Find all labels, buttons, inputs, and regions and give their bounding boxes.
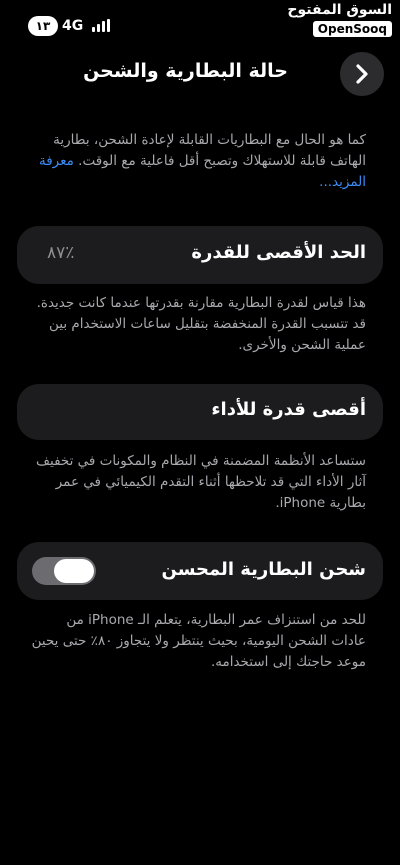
maximum-capacity-row: الحد الأقصى للقدرة ٪٨٧ [17,226,383,284]
network-type: 4G [62,18,84,34]
status-time: ١٣ [28,16,58,36]
maximum-capacity-description: هذا قياس لقدرة البطارية مقارنة بقدرتها ع… [36,295,366,353]
maximum-capacity-value: ٪٨٧ [47,243,75,263]
intro-description: كما هو الحال مع البطاريات القابلة لإعادة… [28,130,366,193]
optimized-charging-label: شحن البطارية المحسن [161,559,367,580]
watermark-arabic: السوق المفتوح [287,2,392,18]
chevron-right-icon [356,64,368,84]
toggle-knob [54,559,94,583]
back-button[interactable] [340,52,384,96]
page-title: حالة البطارية والشحن [83,60,288,82]
optimized-charging-toggle[interactable] [32,557,96,585]
opensooq-watermark: السوق المفتوح OpenSooq [287,2,392,37]
optimized-charging-description: للحد من استنزاف عمر البطارية، يتعلم الـ … [31,612,366,670]
optimized-charging-row: شحن البطارية المحسن [17,542,383,600]
maximum-capacity-label: الحد الأقصى للقدرة [191,242,366,263]
navigation-header: حالة البطارية والشحن [0,50,400,96]
peak-performance-label: أقصى قدرة للأداء [211,399,366,420]
intro-text: كما هو الحال مع البطاريات القابلة لإعادة… [53,132,366,169]
peak-performance-row: أقصى قدرة للأداء [17,384,383,440]
watermark-english: OpenSooq [312,21,392,37]
signal-icon [92,19,110,32]
peak-performance-description: ستساعد الأنظمة المضمنة في النظام والمكون… [36,453,366,511]
